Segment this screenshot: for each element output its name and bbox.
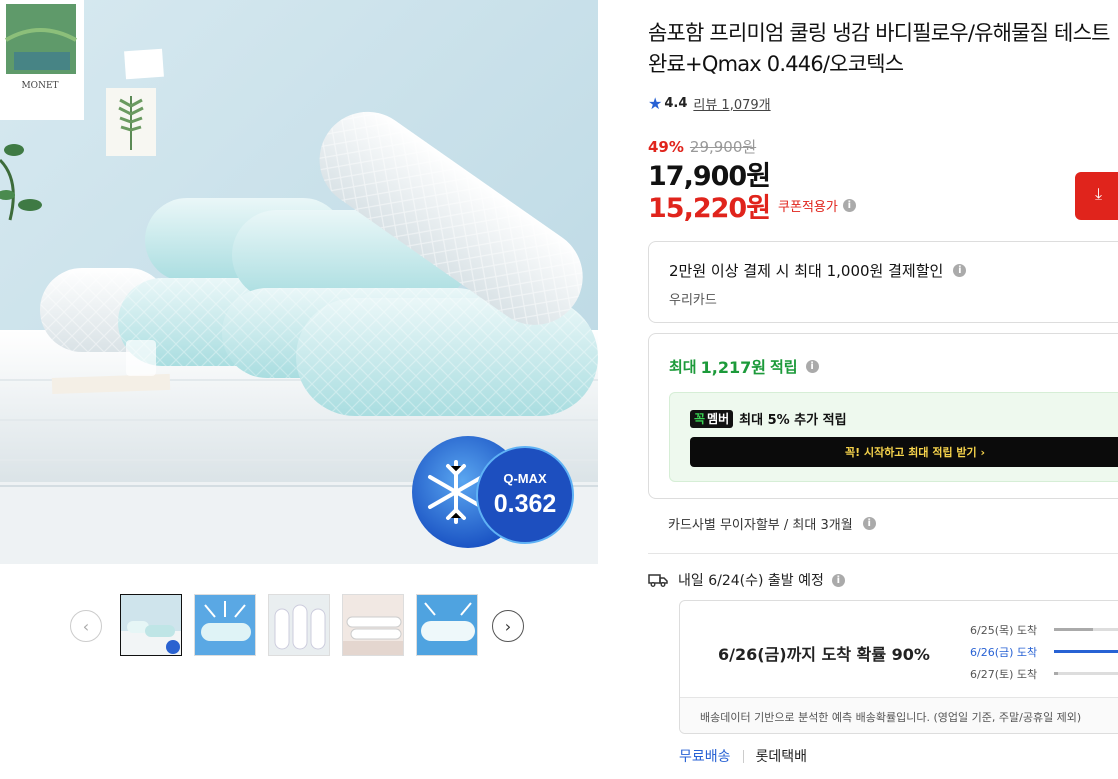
review-link[interactable]: 리뷰 1,079개 — [693, 94, 770, 113]
thumbnail-prev-button[interactable]: ‹ — [70, 610, 102, 642]
coupon-download-button[interactable]: ⤓ — [1075, 172, 1118, 220]
thumbnail-4[interactable] — [342, 594, 404, 656]
coupon-label: 쿠폰적용가 — [778, 200, 838, 215]
info-icon[interactable]: i — [831, 573, 845, 587]
points-amount: 1,217원 — [700, 358, 766, 377]
info-icon[interactable]: i — [862, 517, 876, 530]
carrier-name: 롯데택배 — [755, 749, 808, 765]
thumbnail-next-button[interactable]: › — [492, 610, 524, 642]
delivery-probability-box: 6/26(금)까지 도착 확률 90% 6/25(목) 도착 6/26(금) 도… — [679, 600, 1118, 734]
star-icon: ★ — [648, 94, 663, 113]
installment-text: 카드사별 무이자할부 / 최대 3개월 — [668, 518, 853, 533]
arrival-date-row: 6/27(토) 도착 — [970, 663, 1118, 685]
arrival-share-fill — [1054, 650, 1118, 653]
points-suffix: 적립 — [769, 357, 798, 376]
arrival-share-bar — [1054, 628, 1118, 631]
member-benefit-row: 꼭 멤버 최대 5% 추가 적립 — [690, 409, 847, 428]
arrival-date-label: 6/26(금) 도착 — [970, 646, 1038, 659]
product-info-panel: 솜포함 프리미엄 쿨링 냉감 바디필로우/유해물질 테스트완료+Qmax 0.4… — [648, 0, 1118, 779]
product-photo: MONET Q-MAX 0.362 — [0, 0, 598, 564]
points-row: 최대 1,217원 적립 i — [669, 354, 819, 378]
thumbnail-2[interactable] — [194, 594, 256, 656]
thumbnail-strip: ‹ › — [70, 594, 530, 658]
delivery-probability: 6/26(금)까지 도착 확률 90% — [718, 645, 930, 664]
arrival-date-list: 6/25(목) 도착 6/26(금) 도착 6/27(토) 도착 — [970, 619, 1118, 685]
arrival-date-label: 6/25(목) 도착 — [970, 624, 1038, 637]
coupon-price-row: 15,220원 쿠폰적용가 i — [648, 186, 856, 225]
member-badge-mark: 꼭 — [694, 412, 706, 426]
separator — [742, 749, 744, 763]
delivery-note: 배송데이터 기반으로 분석한 예측 배송확률입니다. (영업일 기준, 주말/공… — [680, 697, 1118, 733]
arrival-share-bar — [1054, 672, 1118, 675]
arrival-share-fill — [1054, 672, 1059, 675]
info-icon[interactable]: i — [842, 199, 856, 212]
card-discount-row: 2만원 이상 결제 시 최대 1,000원 결제할인 i — [669, 260, 967, 281]
member-badge: 꼭 멤버 — [690, 409, 734, 428]
painting-caption: MONET — [21, 81, 58, 91]
member-benefit-text: 최대 5% 추가 적립 — [739, 413, 847, 428]
arrival-share-fill — [1054, 628, 1093, 631]
main-product-image: MONET Q-MAX 0.362 — [0, 0, 598, 564]
coupon-price: 15,220원 — [648, 193, 771, 224]
member-benefit-box: 꼭 멤버 최대 5% 추가 적립 꼭! 시작하고 최대 적립 받기 › — [669, 392, 1118, 482]
qmax-value: 0.362 — [494, 490, 557, 518]
thumbnail-3[interactable] — [268, 594, 330, 656]
thumbnail-1[interactable] — [120, 594, 182, 656]
info-icon[interactable]: i — [953, 264, 967, 277]
arrival-share-bar — [1054, 650, 1118, 653]
member-badge-text: 멤버 — [707, 412, 730, 426]
arrival-date-row: 6/26(금) 도착 — [970, 641, 1118, 663]
truck-icon — [648, 574, 668, 587]
card-name: 우리카드 — [669, 293, 717, 308]
arrival-date-label: 6/27(토) 도착 — [970, 668, 1038, 681]
chevron-right-icon: › — [504, 616, 512, 636]
qmax-label: Q-MAX — [503, 471, 547, 486]
chevron-left-icon: ‹ — [82, 616, 90, 636]
product-title: 솜포함 프리미엄 쿨링 냉감 바디필로우/유해물질 테스트완료+Qmax 0.4… — [648, 21, 1110, 76]
shipping-method-row: 무료배송 롯데택배 — [679, 746, 807, 766]
info-icon[interactable]: i — [805, 359, 819, 373]
departure-text: 내일 6/24(수) 출발 예정 — [678, 573, 824, 589]
download-icon: ⤓ — [1095, 184, 1103, 203]
points-box: 최대 1,217원 적립 i 꼭 멤버 최대 5% 추가 적립 꼭! 시작하고 최… — [648, 333, 1118, 499]
rating-row: ★ 4.4 리뷰 1,079개 — [648, 94, 771, 113]
card-discount-box: 2만원 이상 결제 시 최대 1,000원 결제할인 i 우리카드 — [648, 241, 1118, 323]
arrival-date-row: 6/25(목) 도착 — [970, 619, 1118, 641]
free-shipping-label: 무료배송 — [679, 749, 731, 765]
card-discount-text: 2만원 이상 결제 시 최대 1,000원 결제할인 — [669, 262, 944, 280]
thumbnail-5[interactable] — [416, 594, 478, 656]
shipping-departure-row: 내일 6/24(수) 출발 예정 i — [648, 570, 845, 590]
divider — [648, 553, 1118, 554]
rating-score: 4.4 — [664, 96, 688, 111]
points-prefix: 최대 — [669, 357, 697, 376]
member-join-button[interactable]: 꼭! 시작하고 최대 적립 받기 › — [690, 437, 1118, 467]
installment-row: 카드사별 무이자할부 / 최대 3개월 i — [668, 514, 876, 533]
